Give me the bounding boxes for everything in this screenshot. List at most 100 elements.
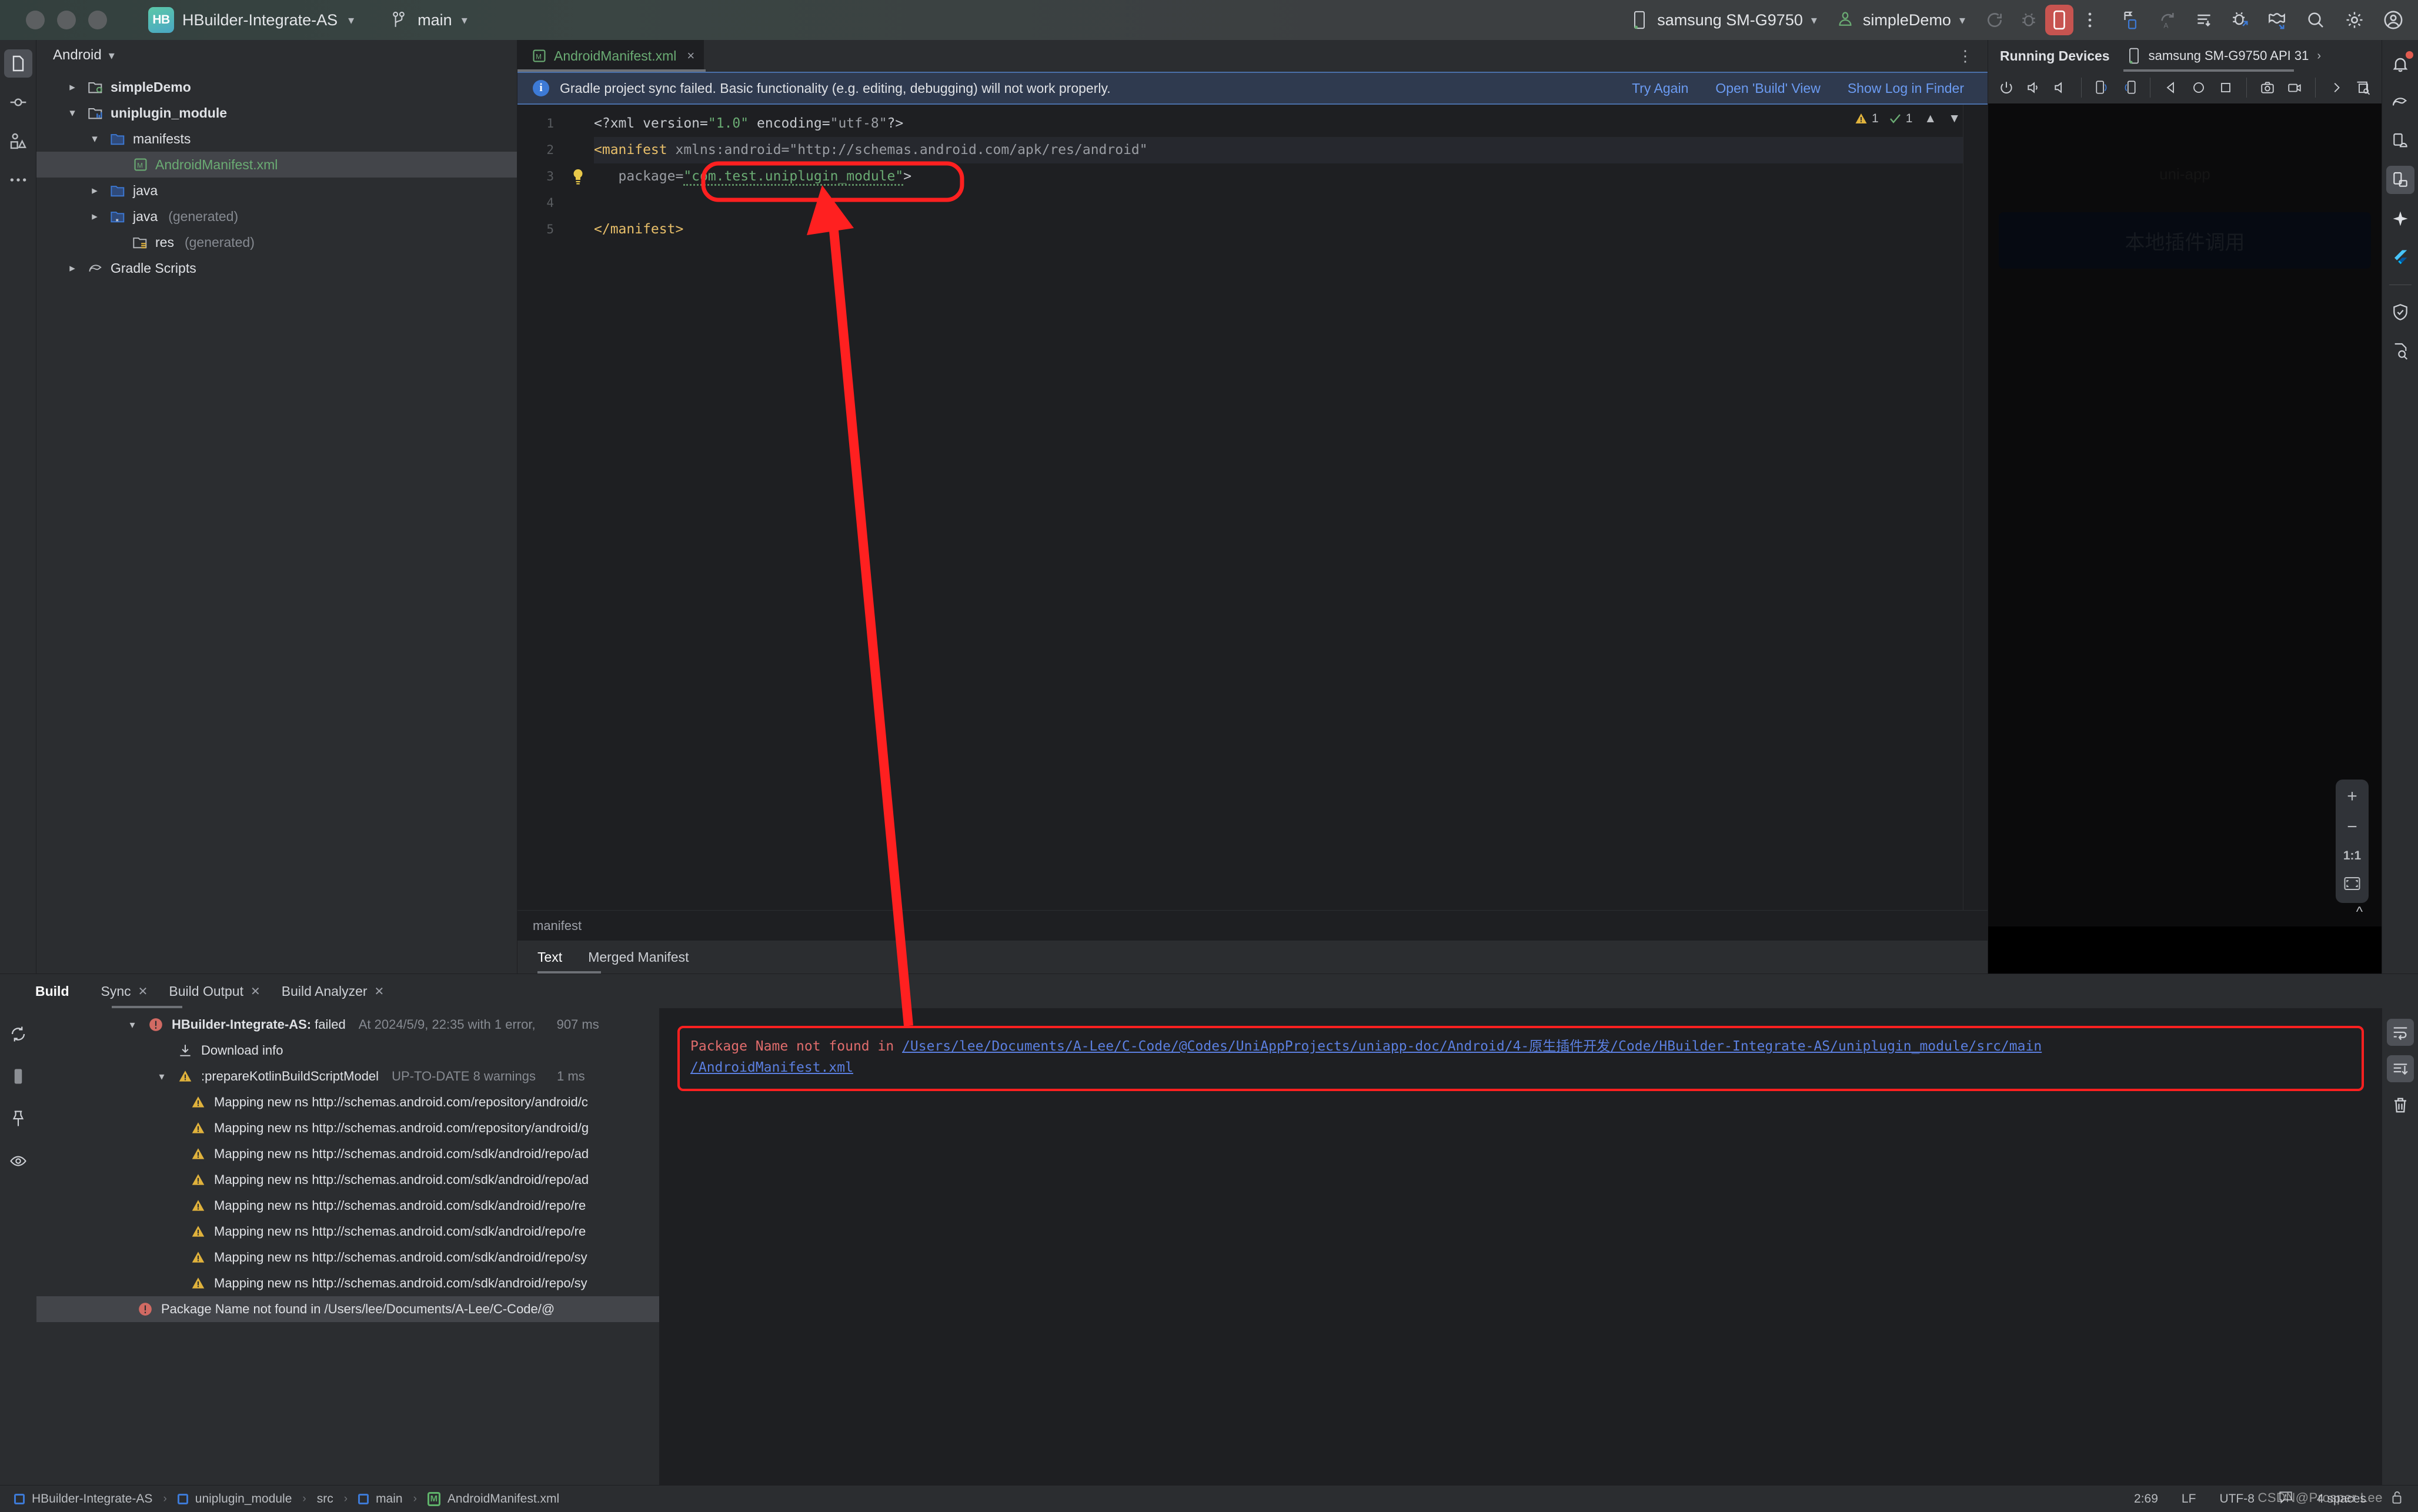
sidebar-item-project[interactable] <box>4 49 32 78</box>
build-row-error-selected[interactable]: Package Name not found in /Users/lee/Doc… <box>36 1296 659 1322</box>
chevron-down-icon[interactable]: ▾ <box>125 1019 140 1031</box>
restart-icon[interactable] <box>5 1021 31 1047</box>
chevron-right-icon[interactable]: ▸ <box>64 262 81 275</box>
inspection-summary[interactable]: 1 1 ▲ ▼ <box>1854 112 1961 126</box>
redo-icon[interactable]: A <box>2156 8 2179 32</box>
build-row-warning[interactable]: Mapping new ns http://schemas.android.co… <box>36 1141 659 1167</box>
screenshot-icon[interactable] <box>2255 75 2280 101</box>
next-problem-icon[interactable]: ▼ <box>1948 112 1961 126</box>
build-detail-pane[interactable]: Package Name not found in /Users/lee/Doc… <box>660 1008 2382 1485</box>
sidebar-item-commit[interactable] <box>4 88 32 116</box>
actual-size-button[interactable]: 1:1 <box>2343 849 2361 863</box>
chevron-down-icon[interactable]: ▾ <box>154 1071 169 1083</box>
error-file-link-2[interactable]: /AndroidManifest.xml <box>690 1060 853 1075</box>
close-icon[interactable]: ✕ <box>138 984 148 999</box>
more-chevron-icon[interactable] <box>2324 75 2349 101</box>
zoom-in-button[interactable]: + <box>2347 788 2357 805</box>
editor-breadcrumb[interactable]: manifest <box>517 910 1988 941</box>
breadcrumb-item[interactable]: AndroidManifest.xml <box>447 1492 559 1506</box>
breadcrumb-item[interactable]: HBuilder-Integrate-AS <box>32 1492 152 1506</box>
open-build-view-link[interactable]: Open 'Build' View <box>1715 81 1820 96</box>
sidebar-item-app-quality-insights[interactable] <box>2386 298 2414 326</box>
chevron-right-icon[interactable]: ▸ <box>86 184 103 198</box>
build-row-warning[interactable]: Mapping new ns http://schemas.android.co… <box>36 1193 659 1219</box>
rotate-left-icon[interactable] <box>2090 75 2115 101</box>
fit-to-screen-icon[interactable] <box>2343 876 2361 895</box>
search-icon[interactable] <box>2304 8 2327 32</box>
expand-toolbar-icon[interactable]: ^ <box>2356 904 2363 921</box>
chevron-right-icon[interactable]: › <box>2317 49 2321 63</box>
record-icon[interactable] <box>2282 75 2307 101</box>
home-icon[interactable] <box>2186 75 2210 101</box>
show-log-in-finder-link[interactable]: Show Log in Finder <box>1848 81 1964 96</box>
breadcrumb-item[interactable]: uniplugin_module <box>195 1492 292 1506</box>
try-again-link[interactable]: Try Again <box>1632 81 1688 96</box>
chevron-right-icon[interactable]: ▸ <box>64 81 81 94</box>
minimize-window-button[interactable] <box>57 11 76 29</box>
editor-tab-AndroidManifest[interactable]: M AndroidManifest.xml × <box>517 40 704 72</box>
build-row-warning[interactable]: Mapping new ns http://schemas.android.co… <box>36 1270 659 1296</box>
avd-manager-icon[interactable] <box>2265 8 2289 32</box>
more-vertical-icon[interactable] <box>2078 8 2102 32</box>
sidebar-item-device-manager[interactable] <box>2386 127 2414 155</box>
pin-icon[interactable] <box>5 1106 31 1132</box>
code-content[interactable]: <?xml version="1.0" encoding="utf-8"?> <… <box>594 105 1988 910</box>
maximize-window-button[interactable] <box>88 11 107 29</box>
build-row-warning[interactable]: Mapping new ns http://schemas.android.co… <box>36 1219 659 1245</box>
tree-node-AndroidManifest[interactable]: ▸ M AndroidManifest.xml <box>36 152 517 178</box>
close-icon[interactable]: × <box>687 48 694 63</box>
device-manager-icon[interactable] <box>2119 8 2143 32</box>
trash-icon[interactable] <box>2387 1092 2414 1119</box>
build-row-warning[interactable]: Mapping new ns http://schemas.android.co… <box>36 1089 659 1115</box>
debug-icon[interactable] <box>2017 8 2040 32</box>
package-name-value[interactable]: "com.test.uniplugin_module" <box>683 169 904 186</box>
chevron-right-icon[interactable]: ▸ <box>86 210 103 223</box>
account-icon[interactable] <box>2382 8 2405 32</box>
rerun-icon[interactable] <box>1983 8 2006 32</box>
stop-button[interactable] <box>2045 5 2073 35</box>
sidebar-item-flutter[interactable] <box>2386 243 2414 272</box>
tab-text[interactable]: Text <box>537 949 562 965</box>
line-separator[interactable]: LF <box>2182 1492 2196 1506</box>
close-icon[interactable]: ✕ <box>375 984 385 999</box>
volume-up-icon[interactable] <box>2021 75 2046 101</box>
soft-wrap-icon[interactable] <box>2386 1019 2414 1046</box>
window-controls[interactable] <box>26 11 107 29</box>
status-breadcrumb[interactable]: HBuilder-Integrate-AS › uniplugin_module… <box>14 1491 559 1506</box>
breadcrumb-item[interactable]: src <box>317 1492 333 1506</box>
tab-build-output[interactable]: Build Output ✕ <box>169 984 260 999</box>
run-configuration-selector[interactable]: simpleDemo ▾ <box>1825 5 1973 35</box>
sidebar-item-notifications[interactable] <box>2386 49 2414 78</box>
tree-node-gradle-scripts[interactable]: ▸ Gradle Scripts <box>36 255 517 281</box>
zoom-out-button[interactable]: − <box>2347 818 2357 836</box>
overview-icon[interactable] <box>2213 75 2238 101</box>
volume-down-icon[interactable] <box>2048 75 2073 101</box>
gear-icon[interactable] <box>2343 8 2366 32</box>
error-file-link[interactable]: /Users/lee/Documents/A-Lee/C-Code/@Codes… <box>902 1039 2042 1054</box>
editor-scrollbar[interactable] <box>1963 105 1988 910</box>
caret-position[interactable]: 2:69 <box>2134 1492 2158 1506</box>
editor-options-icon[interactable]: ⋮ <box>1958 47 1973 65</box>
device-tab[interactable]: samsung SM-G9750 API 31 › <box>2125 47 2321 65</box>
power-icon[interactable] <box>1994 75 2019 101</box>
tree-node-java-generated[interactable]: ▸ java (generated) <box>36 203 517 229</box>
build-row-download-info[interactable]: ▾ Download info <box>36 1038 659 1063</box>
close-window-button[interactable] <box>26 11 45 29</box>
device-selector[interactable]: samsung SM-G9750 ▾ <box>1619 5 1825 35</box>
build-row-warning[interactable]: Mapping new ns http://schemas.android.co… <box>36 1115 659 1141</box>
sidebar-item-resource-manager[interactable] <box>4 127 32 155</box>
previous-problem-icon[interactable]: ▲ <box>1924 112 1936 126</box>
intention-bulb-slot[interactable] <box>562 163 594 190</box>
sidebar-item-more[interactable] <box>4 166 32 194</box>
sidebar-item-running-devices[interactable] <box>2386 166 2414 194</box>
tree-node-res-generated[interactable]: ▸ res (generated) <box>36 229 517 255</box>
tab-build-analyzer[interactable]: Build Analyzer ✕ <box>282 984 385 999</box>
project-selector[interactable]: HB HBuilder-Integrate-AS ▾ <box>148 7 354 33</box>
device-app-button[interactable]: 本地插件调用 <box>1999 212 2371 269</box>
sidebar-item-layout-inspector[interactable] <box>2386 337 2414 365</box>
build-row-warning[interactable]: Mapping new ns http://schemas.android.co… <box>36 1245 659 1270</box>
tree-node-uniplugin_module[interactable]: ▾ uniplugin_module <box>36 100 517 126</box>
breadcrumb-item[interactable]: main <box>376 1492 403 1506</box>
file-encoding[interactable]: UTF-8 <box>2219 1492 2255 1506</box>
build-sync-tree[interactable]: ▾ HBuilder-Integrate-AS: failed At 2024/… <box>36 1008 660 1485</box>
